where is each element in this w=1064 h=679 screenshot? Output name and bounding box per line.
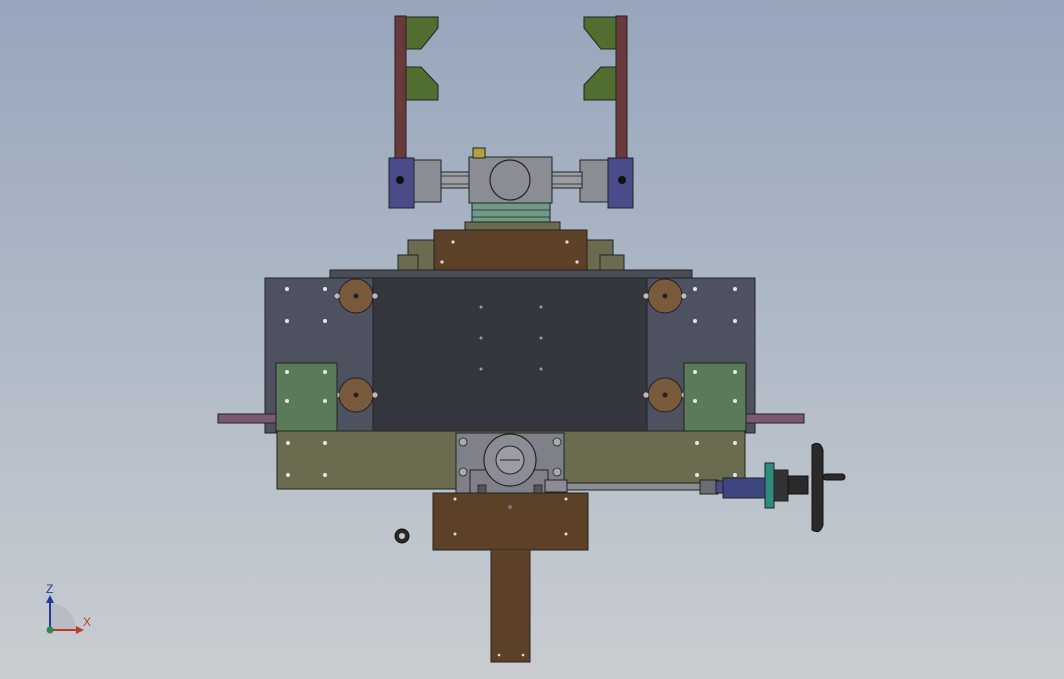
left-green-plate	[275, 362, 338, 434]
x-axis-label: X	[83, 615, 91, 629]
right-guide-rods	[551, 171, 583, 189]
center-plate	[372, 277, 648, 434]
z-axis-label: Z	[46, 582, 53, 596]
gripper-fitting	[472, 147, 486, 159]
right-cylinder-body	[579, 159, 609, 203]
handwheel[interactable]	[811, 442, 824, 533]
carriage-brown-plate	[433, 229, 588, 271]
right-green-plate	[683, 362, 747, 434]
main-frame[interactable]	[217, 269, 805, 434]
y-axis-dot	[46, 626, 54, 634]
orientation-triad[interactable]: Z X	[46, 582, 91, 634]
right-gripper-pad-upper	[583, 16, 617, 50]
left-cylinder-body	[413, 159, 442, 203]
upper-carriage[interactable]	[397, 229, 625, 271]
gripper-rotary-hub	[489, 159, 531, 201]
left-gripper-pad-lower	[405, 66, 439, 101]
left-gripper-arm	[394, 15, 407, 175]
left-gripper-pad-upper	[405, 16, 439, 50]
base-plate[interactable]	[432, 492, 589, 663]
left-guide-rods	[440, 171, 472, 189]
right-gripper-bolt	[618, 176, 626, 184]
right-side-stub	[745, 413, 805, 424]
gripper-assembly[interactable]	[388, 15, 634, 232]
left-gripper-bolt	[396, 176, 404, 184]
cad-viewport[interactable]: Z X	[0, 0, 1064, 679]
left-side-stub	[217, 413, 277, 424]
screw-collar	[722, 477, 766, 499]
right-gripper-pad-lower	[583, 66, 617, 101]
right-gripper-arm	[615, 15, 628, 175]
